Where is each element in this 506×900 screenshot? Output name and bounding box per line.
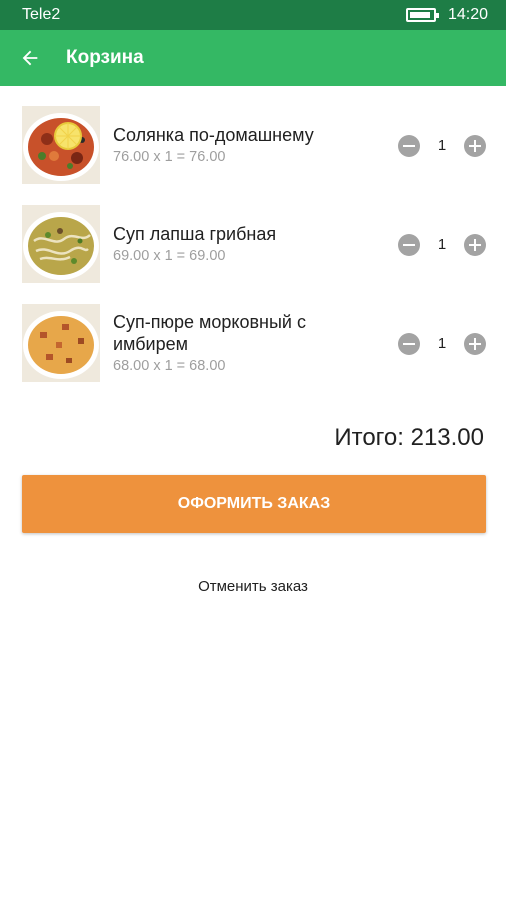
item-image-mushroom-noodle <box>22 205 100 283</box>
item-name: Суп-пюре морковный с имбирем <box>113 312 306 354</box>
back-button[interactable] <box>0 30 60 86</box>
plus-circle-icon[interactable] <box>464 332 486 355</box>
minus-circle-icon[interactable] <box>398 134 420 157</box>
carrot-puree-image <box>22 304 100 382</box>
page-title: Корзина <box>66 47 144 68</box>
noodle-soup-image <box>22 205 100 283</box>
item-name: Солянка по-домашнему <box>113 125 314 145</box>
status-bar: Tele2 14:20 <box>0 0 506 30</box>
status-right: 14:20 <box>405 6 488 24</box>
checkout-button[interactable]: ОФОРМИТЬ ЗАКАЗ <box>22 475 486 533</box>
cart-item: Суп лапша грибная 69.00 x 1 = 69.00 1 <box>0 195 506 294</box>
plus-circle-icon[interactable] <box>464 134 486 157</box>
item-name: Суп лапша грибная <box>113 224 277 244</box>
battery-level-fill <box>409 12 430 18</box>
app-bar: Корзина <box>0 30 506 86</box>
item-info: Суп-пюре морковный с имбирем 68.00 x 1 =… <box>113 294 383 393</box>
item-price-calc: 68.00 x 1 = 68.00 <box>113 358 226 374</box>
cart-list: Солянка по-домашнему 76.00 x 1 = 76.00 1… <box>0 96 506 393</box>
item-info: Суп лапша грибная 69.00 x 1 = 69.00 <box>113 195 383 294</box>
cart-item: Суп-пюре морковный с имбирем 68.00 x 1 =… <box>0 294 506 393</box>
battery-icon <box>405 8 439 22</box>
quantity-value: 1 <box>437 236 447 253</box>
order-total: Итого: 213.00 <box>334 424 484 451</box>
cancel-order-button[interactable]: Отменить заказ <box>0 568 506 604</box>
quantity-value: 1 <box>437 137 447 154</box>
solyanka-image <box>22 106 100 184</box>
plus-circle-icon[interactable] <box>464 233 486 256</box>
carrier-name: Tele2 <box>22 6 61 23</box>
quantity-stepper: 1 <box>398 96 486 195</box>
arrow-left-icon <box>22 50 38 66</box>
minus-circle-icon[interactable] <box>398 332 420 355</box>
quantity-stepper: 1 <box>398 294 486 393</box>
item-price-calc: 69.00 x 1 = 69.00 <box>113 248 226 264</box>
quantity-value: 1 <box>437 335 447 352</box>
item-image-solyanka <box>22 106 100 184</box>
cart-item: Солянка по-домашнему 76.00 x 1 = 76.00 1 <box>0 96 506 195</box>
item-image-carrot-puree <box>22 304 100 382</box>
item-info: Солянка по-домашнему 76.00 x 1 = 76.00 <box>113 96 383 195</box>
clock: 14:20 <box>447 6 488 23</box>
item-price-calc: 76.00 x 1 = 76.00 <box>113 149 226 165</box>
quantity-stepper: 1 <box>398 195 486 294</box>
minus-circle-icon[interactable] <box>398 233 420 256</box>
